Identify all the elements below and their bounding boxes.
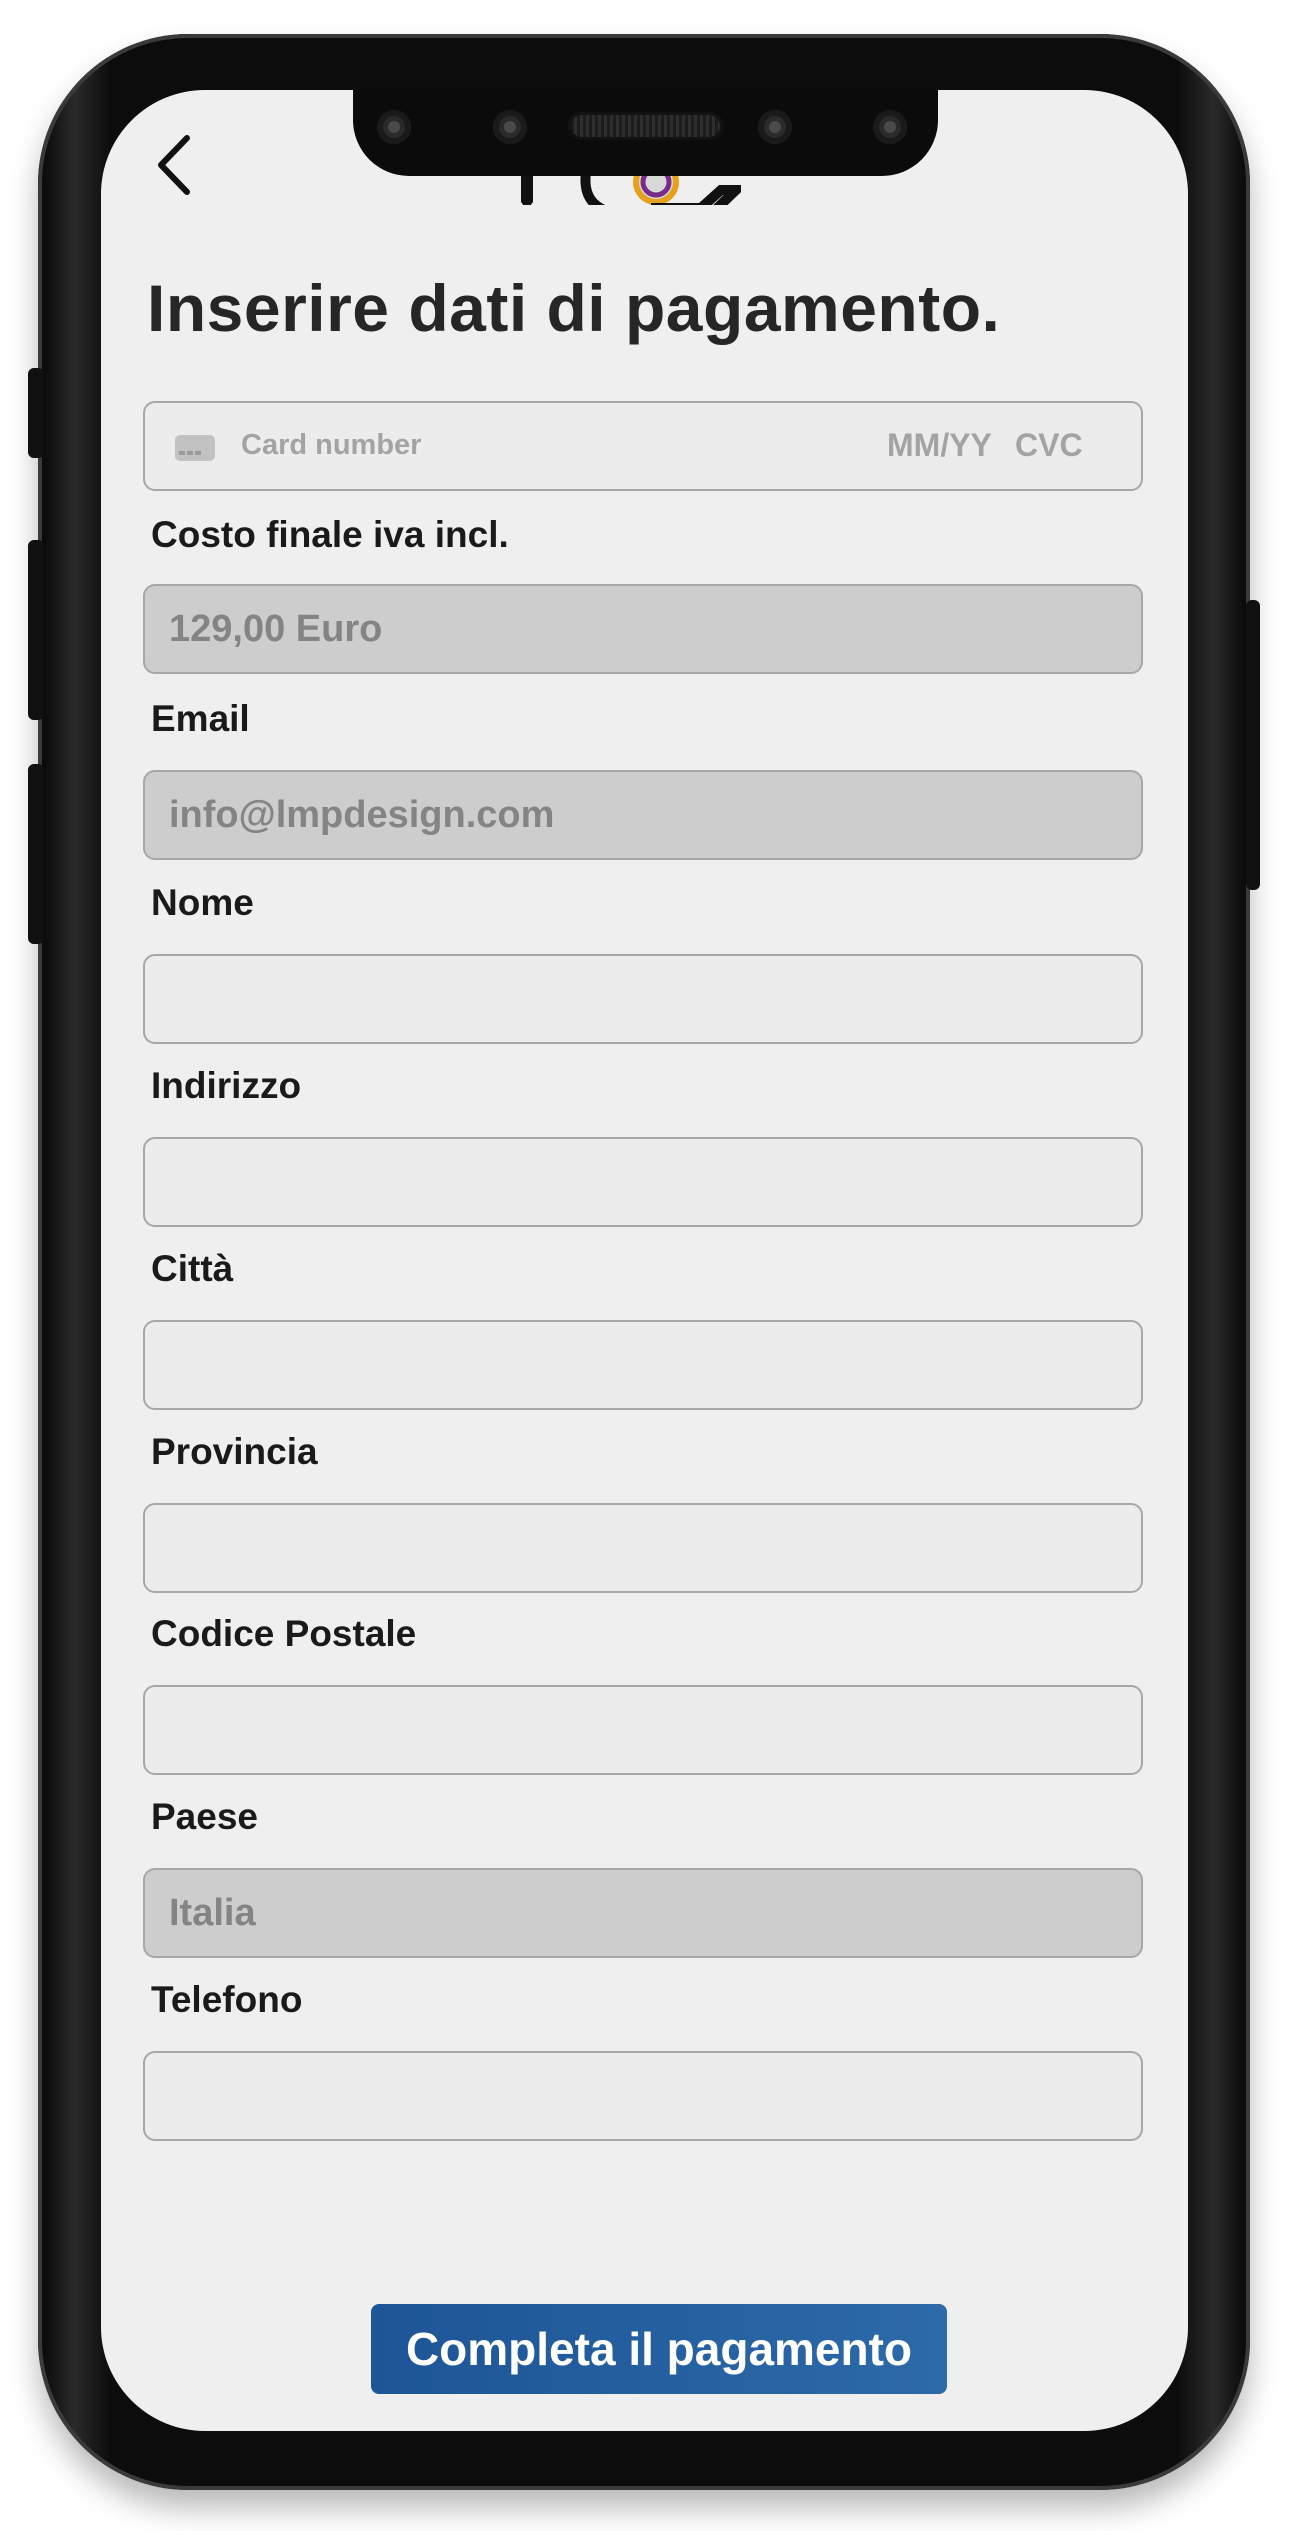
email-label: Email bbox=[151, 698, 250, 739]
card-input[interactable]: Card number MM/YY CVC bbox=[143, 401, 1143, 491]
province-field-container bbox=[143, 1503, 1143, 1593]
card-cvc-placeholder[interactable]: CVC bbox=[1015, 427, 1083, 464]
email-field[interactable] bbox=[145, 772, 1141, 858]
address-field-container bbox=[143, 1137, 1143, 1227]
price-label: Costo finale iva incl. bbox=[151, 514, 509, 555]
province-field[interactable] bbox=[145, 1505, 1141, 1591]
email-field-container bbox=[143, 770, 1143, 860]
name-label: Nome bbox=[151, 882, 254, 923]
country-field-container bbox=[143, 1868, 1143, 1958]
postal-code-label: Codice Postale bbox=[151, 1613, 417, 1654]
camera-icon bbox=[758, 110, 792, 144]
phone-notch bbox=[353, 90, 938, 176]
name-field-container bbox=[143, 954, 1143, 1044]
price-field-container bbox=[143, 584, 1143, 674]
power-button bbox=[1246, 600, 1260, 890]
postal-code-field-container bbox=[143, 1685, 1143, 1775]
country-label: Paese bbox=[151, 1796, 258, 1837]
complete-payment-button[interactable]: Completa il pagamento bbox=[371, 2304, 947, 2394]
sensor-icon bbox=[873, 110, 907, 144]
address-field[interactable] bbox=[145, 1139, 1141, 1225]
province-label: Provincia bbox=[151, 1431, 318, 1472]
speaker-grille bbox=[568, 112, 723, 140]
price-field[interactable] bbox=[145, 586, 1141, 672]
card-expiry-placeholder[interactable]: MM/YY bbox=[887, 427, 992, 464]
sensor-icon bbox=[493, 110, 527, 144]
sensor-icon bbox=[377, 110, 411, 144]
phone-field-container bbox=[143, 2051, 1143, 2141]
volume-down-button bbox=[28, 764, 44, 944]
volume-up-button bbox=[28, 540, 44, 720]
chevron-left-icon bbox=[158, 135, 190, 195]
postal-code-field[interactable] bbox=[145, 1687, 1141, 1773]
city-label: Città bbox=[151, 1248, 234, 1289]
phone-screen: Inserire dati di pagamento. Card number … bbox=[101, 90, 1188, 2431]
address-label: Indirizzo bbox=[151, 1065, 302, 1106]
card-number-placeholder[interactable]: Card number bbox=[241, 429, 421, 462]
credit-card-icon bbox=[175, 435, 215, 461]
silent-switch bbox=[28, 368, 44, 458]
phone-label: Telefono bbox=[151, 1979, 303, 2020]
city-field[interactable] bbox=[145, 1322, 1141, 1408]
city-field-container bbox=[143, 1320, 1143, 1410]
country-field[interactable] bbox=[145, 1870, 1141, 1956]
phone-field[interactable] bbox=[145, 2053, 1141, 2139]
back-button[interactable] bbox=[151, 130, 201, 200]
page-title: Inserire dati di pagamento. bbox=[147, 271, 1001, 345]
name-field[interactable] bbox=[145, 956, 1141, 1042]
